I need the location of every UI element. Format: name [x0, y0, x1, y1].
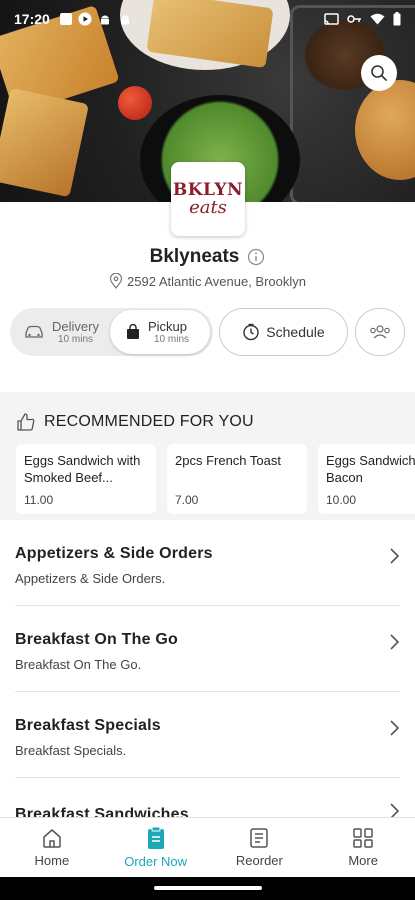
recommended-title: RECOMMENDED FOR YOU — [44, 413, 254, 430]
category-description: Breakfast On The Go. — [15, 657, 142, 672]
recommended-section: RECOMMENDED FOR YOU Eggs Sandwich with S… — [0, 392, 415, 520]
status-bar: 17:20 — [0, 0, 415, 38]
recommended-item-card[interactable]: Eggs Sandwich with Bacon 10.00 — [318, 444, 415, 514]
recommended-heading: RECOMMENDED FOR YOU — [16, 412, 254, 432]
home-icon — [43, 829, 61, 848]
nav-order-now-label: Order Now — [124, 854, 188, 869]
nav-order-now[interactable]: Order Now — [104, 818, 208, 877]
android-icon — [100, 15, 109, 25]
status-time: 17:20 — [14, 11, 50, 27]
car-icon — [25, 325, 43, 338]
battery-icon — [393, 12, 401, 26]
cast-icon — [324, 12, 339, 25]
notification-square-icon — [59, 13, 72, 25]
home-gesture-bar[interactable] — [154, 886, 262, 890]
nav-reorder-label: Reorder — [235, 853, 283, 868]
category-row[interactable]: Breakfast Sandwiches — [0, 803, 415, 817]
chevron-right-icon — [390, 548, 400, 564]
grid-icon — [353, 828, 373, 848]
recommended-item-name: Eggs Sandwich with Smoked Beef... — [24, 453, 141, 485]
nav-more[interactable]: More — [311, 818, 415, 877]
receipt-icon — [250, 828, 269, 848]
restaurant-address: 2592 Atlantic Avenue, Brooklyn — [127, 273, 306, 289]
wifi-icon — [370, 13, 385, 25]
category-title: Breakfast Specials — [15, 717, 161, 734]
info-icon[interactable] — [247, 248, 265, 266]
nav-more-label: More — [348, 853, 378, 868]
pickup-label: Pickup — [148, 319, 188, 334]
order-clipboard-icon — [147, 826, 164, 849]
recommended-item-price: 11.00 — [24, 493, 54, 507]
delivery-option[interactable]: Delivery 10 mins — [10, 308, 110, 356]
delivery-label: Delivery — [52, 319, 99, 334]
thumbs-up-icon — [17, 413, 35, 431]
pickup-option[interactable]: Pickup 10 mins — [110, 310, 210, 354]
schedule-button[interactable]: Schedule — [219, 308, 348, 356]
chevron-right-icon — [390, 720, 400, 736]
category-description: Appetizers & Side Orders. — [15, 571, 166, 586]
clock-icon — [243, 323, 259, 341]
category-row[interactable]: Breakfast On The Go Breakfast On The Go. — [0, 631, 415, 717]
nav-home-label: Home — [34, 853, 70, 868]
play-icon — [78, 12, 92, 26]
gesture-nav-area — [0, 877, 415, 900]
nav-reorder[interactable]: Reorder — [208, 818, 312, 877]
location-pin-icon — [109, 273, 123, 289]
restaurant-address-row: 2592 Atlantic Avenue, Brooklyn — [0, 273, 415, 289]
recommended-item-card[interactable]: 2pcs French Toast 7.00 — [167, 444, 307, 514]
restaurant-header: Bklyneats — [0, 246, 415, 268]
shopping-bag-icon — [127, 324, 139, 339]
category-title: Breakfast Sandwiches — [15, 806, 189, 817]
category-title: Appetizers & Side Orders — [15, 545, 213, 562]
recommended-item-price: 7.00 — [175, 493, 199, 507]
recommended-item-price: 10.00 — [326, 493, 357, 507]
chevron-right-icon — [390, 803, 400, 817]
nav-home[interactable]: Home — [0, 818, 104, 877]
category-title: Breakfast On The Go — [15, 631, 178, 648]
android-icon — [120, 15, 129, 25]
search-icon — [371, 65, 387, 81]
group-people-icon — [370, 325, 390, 339]
schedule-label: Schedule — [266, 324, 325, 340]
bottom-navigation: Home Order Now Reorder More — [0, 817, 415, 877]
pickup-time: 10 mins — [154, 334, 190, 345]
restaurant-name: Bklyneats — [149, 246, 240, 267]
recommended-item-card[interactable]: Eggs Sandwich with Smoked Beef... 11.00 — [16, 444, 156, 514]
logo-text-bottom: eats — [189, 197, 227, 218]
search-button[interactable] — [361, 55, 397, 91]
recommended-item-name: 2pcs French Toast — [175, 453, 281, 468]
category-description: Breakfast Specials. — [15, 743, 127, 758]
restaurant-logo: BKLYN eats — [171, 162, 245, 236]
category-row[interactable]: Breakfast Specials Breakfast Specials. — [0, 717, 415, 803]
chevron-right-icon — [390, 634, 400, 650]
recommended-item-name: Eggs Sandwich with Bacon — [326, 453, 415, 485]
delivery-time: 10 mins — [58, 334, 94, 345]
category-row[interactable]: Appetizers & Side Orders Appetizers & Si… — [0, 545, 415, 631]
key-icon — [347, 15, 361, 23]
group-order-button[interactable] — [355, 308, 405, 356]
